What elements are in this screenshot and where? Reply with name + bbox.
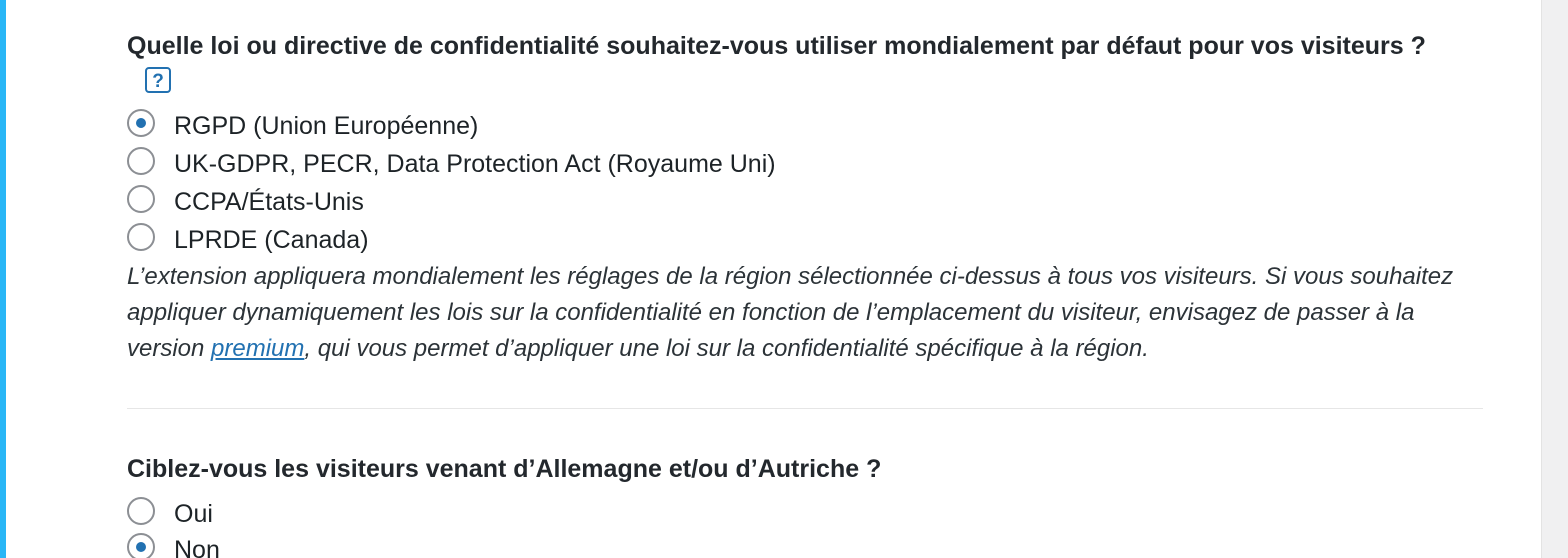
radio-uk-gdpr[interactable] (127, 147, 155, 175)
section-divider (127, 408, 1483, 409)
right-scroll-rail (1541, 0, 1568, 558)
radio-oui[interactable] (127, 497, 155, 525)
radio-option-label: Non (174, 535, 220, 558)
radio-option-lprde[interactable]: LPRDE (Canada) (127, 222, 369, 258)
radio-rgpd[interactable] (127, 109, 155, 137)
radio-option-label: LPRDE (Canada) (174, 225, 369, 254)
radio-option-label: Oui (174, 499, 213, 528)
note-text-after: , qui vous permet d’appliquer une loi su… (304, 335, 1149, 362)
radio-option-non[interactable]: Non (127, 532, 220, 558)
radio-lprde[interactable] (127, 223, 155, 251)
privacy-law-question-text: Quelle loi ou directive de confidentiali… (127, 32, 1426, 60)
radio-option-rgpd[interactable]: RGPD (Union Européenne) (127, 108, 478, 144)
help-button[interactable]: ? (145, 67, 171, 94)
privacy-law-description: L’extension appliquera mondialement les … (127, 259, 1487, 367)
radio-option-ccpa[interactable]: CCPA/États-Unis (127, 184, 364, 220)
radio-ccpa[interactable] (127, 185, 155, 213)
radio-option-oui[interactable]: Oui (127, 496, 213, 532)
germany-austria-question: Ciblez-vous les visiteurs venant d’Allem… (127, 455, 882, 483)
radio-option-label: UK-GDPR, PECR, Data Protection Act (Roya… (174, 149, 776, 178)
radio-option-uk-gdpr[interactable]: UK-GDPR, PECR, Data Protection Act (Roya… (127, 146, 776, 182)
radio-non[interactable] (127, 533, 155, 558)
radio-option-label: RGPD (Union Européenne) (174, 111, 479, 140)
privacy-law-question: Quelle loi ou directive de confidentiali… (127, 28, 1467, 100)
radio-option-label: CCPA/États-Unis (174, 187, 364, 216)
premium-link[interactable]: premium (211, 335, 304, 362)
left-accent-bar (0, 0, 6, 558)
